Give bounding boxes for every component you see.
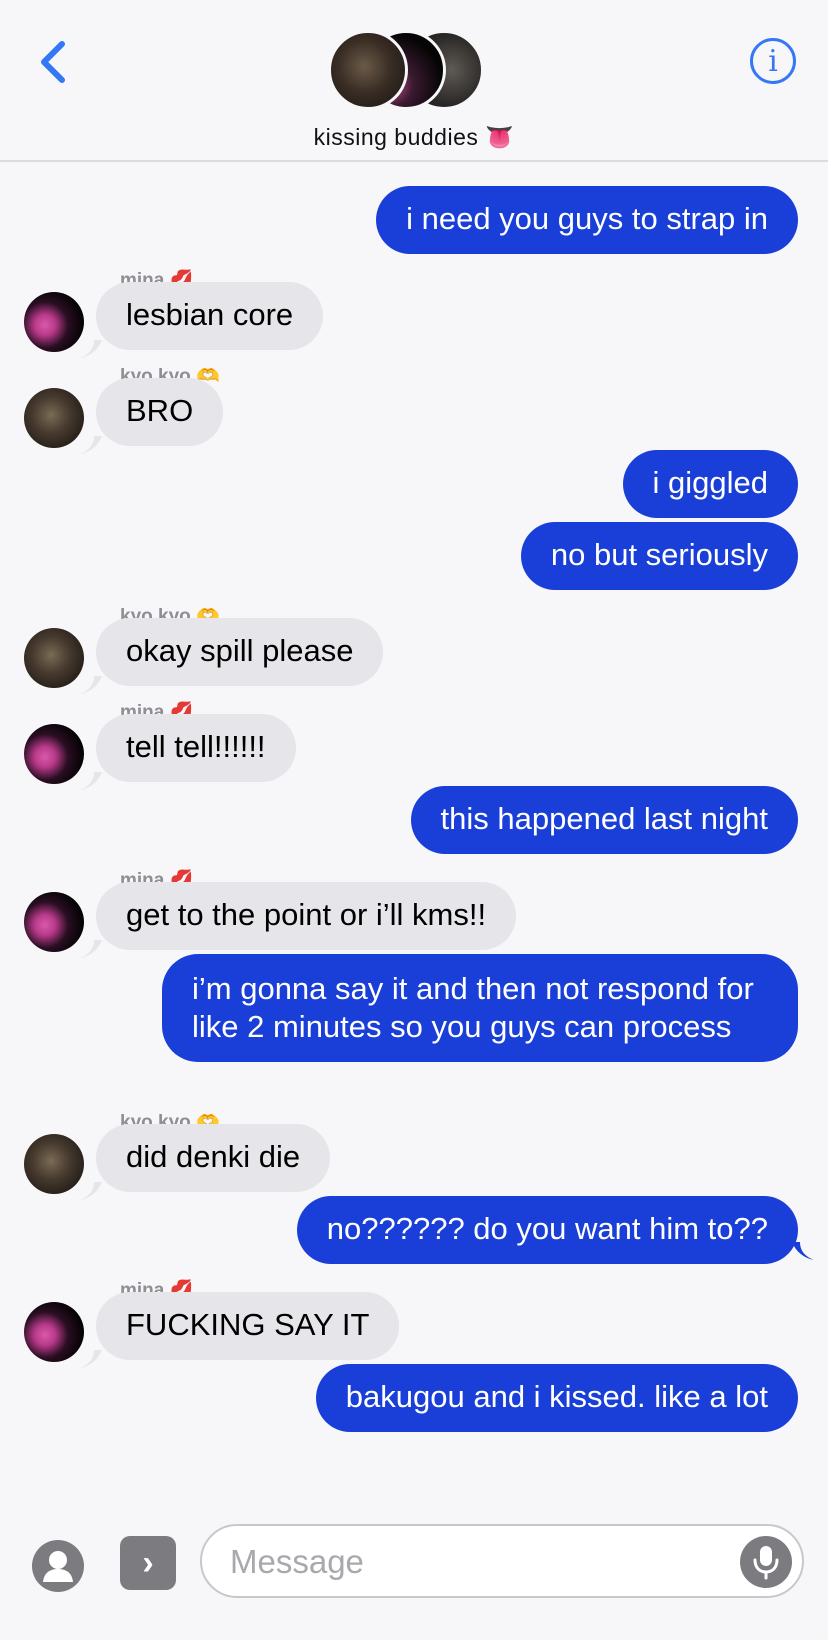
bubble-tail (80, 772, 102, 790)
group-name-text: kissing buddies (313, 124, 479, 150)
avatar (328, 30, 408, 110)
incoming-message[interactable]: lesbian core (96, 282, 324, 350)
back-button[interactable] (34, 38, 74, 86)
conversation-header: kissing buddies 👅 i (0, 0, 828, 162)
tongue-emoji: 👅 (485, 124, 515, 150)
avatar[interactable] (24, 628, 84, 688)
microphone-icon (753, 1546, 779, 1580)
incoming-message[interactable]: get to the point or i’ll kms!! (96, 882, 517, 950)
group-title[interactable]: kissing buddies 👅 (0, 124, 828, 151)
apps-button[interactable]: › (120, 1536, 176, 1590)
avatar[interactable] (24, 724, 84, 784)
outgoing-message[interactable]: i giggled (622, 450, 798, 518)
microphone-button[interactable] (740, 1536, 792, 1588)
outgoing-message[interactable]: i need you guys to strap in (376, 186, 798, 254)
camera-button[interactable] (32, 1540, 84, 1592)
bubble-tail (80, 340, 102, 358)
avatar[interactable] (24, 1134, 84, 1194)
info-icon: i (768, 43, 778, 79)
outgoing-message[interactable]: bakugou and i kissed. like a lot (315, 1364, 798, 1432)
incoming-message[interactable]: did denki die (96, 1124, 331, 1192)
outgoing-message[interactable]: i’m gonna say it and then not respond fo… (162, 954, 798, 1062)
bubble-tail (80, 676, 102, 694)
group-avatars[interactable] (328, 30, 488, 114)
avatar[interactable] (24, 892, 84, 952)
incoming-message[interactable]: okay spill please (96, 618, 384, 686)
avatar[interactable] (24, 1302, 84, 1362)
outgoing-message[interactable]: no but seriously (520, 522, 798, 590)
bubble-tail (792, 1242, 814, 1260)
info-button[interactable]: i (750, 38, 796, 84)
bubble-tail (80, 436, 102, 454)
bubble-tail (80, 1350, 102, 1368)
incoming-message[interactable]: BRO (96, 378, 224, 446)
bubble-tail (80, 1182, 102, 1200)
chevron-right-icon: › (142, 1543, 154, 1582)
outgoing-message[interactable]: no?????? do you want him to?? (296, 1196, 798, 1264)
message-input[interactable] (230, 1540, 710, 1584)
avatar[interactable] (24, 292, 84, 352)
outgoing-message[interactable]: this happened last night (410, 786, 798, 854)
incoming-message[interactable]: tell tell!!!!!! (96, 714, 296, 782)
person-icon (43, 1551, 73, 1582)
avatar[interactable] (24, 388, 84, 448)
chevron-left-icon (41, 41, 65, 83)
incoming-message[interactable]: FUCKING SAY IT (96, 1292, 400, 1360)
composer-bar: › (0, 1508, 828, 1640)
message-input-box[interactable] (200, 1524, 804, 1598)
bubble-tail (80, 940, 102, 958)
